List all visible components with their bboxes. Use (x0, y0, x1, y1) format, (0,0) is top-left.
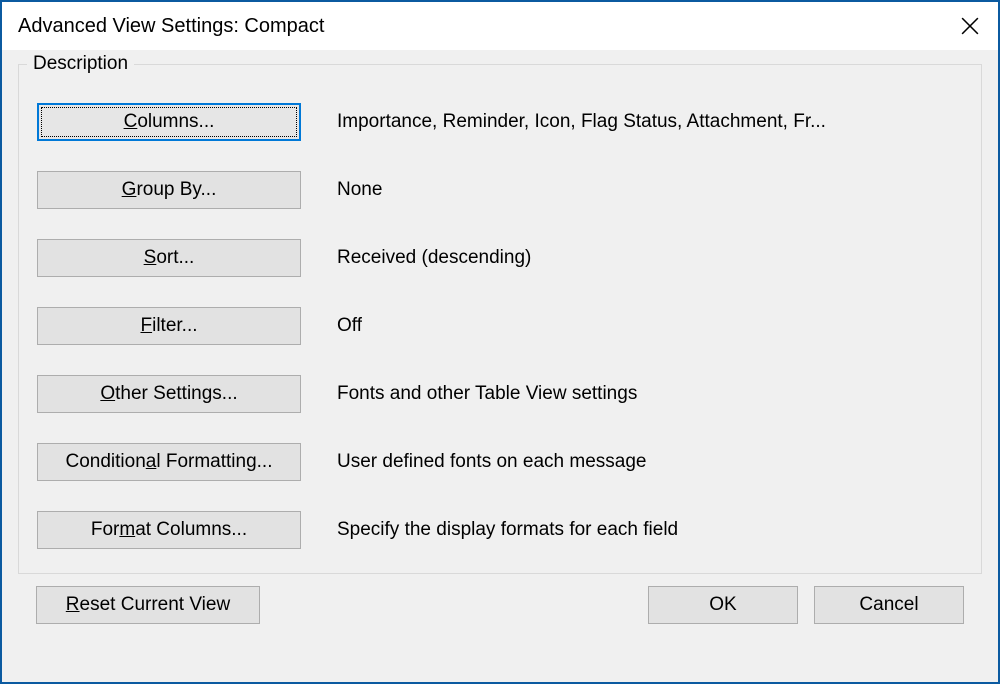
reset-current-view-button[interactable]: Reset Current View (36, 586, 260, 624)
conditional-formatting-button[interactable]: Conditional Formatting... (37, 443, 301, 481)
row-sort: Sort... Received (descending) (37, 239, 963, 277)
row-filter: Filter... Off (37, 307, 963, 345)
cancel-button[interactable]: Cancel (814, 586, 964, 624)
row-other-settings: Other Settings... Fonts and other Table … (37, 375, 963, 413)
dialog-footer: Reset Current View OK Cancel (18, 586, 982, 624)
titlebar: Advanced View Settings: Compact (2, 2, 998, 50)
row-format-columns: Format Columns... Specify the display fo… (37, 511, 963, 549)
filter-description: Off (337, 315, 362, 337)
sort-description: Received (descending) (337, 247, 531, 269)
client-area: Description Columns... Importance, Remin… (2, 50, 998, 682)
sort-button[interactable]: Sort... (37, 239, 301, 277)
format-columns-button[interactable]: Format Columns... (37, 511, 301, 549)
filter-button[interactable]: Filter... (37, 307, 301, 345)
group-by-button[interactable]: Group By... (37, 171, 301, 209)
groupbox-label: Description (27, 53, 134, 75)
conditional-formatting-description: User defined fonts on each message (337, 451, 646, 473)
ok-button[interactable]: OK (648, 586, 798, 624)
dialog-title: Advanced View Settings: Compact (18, 15, 324, 38)
group-by-description: None (337, 179, 382, 201)
other-settings-button[interactable]: Other Settings... (37, 375, 301, 413)
close-button[interactable] (942, 2, 998, 50)
description-groupbox: Description Columns... Importance, Remin… (18, 64, 982, 574)
other-settings-description: Fonts and other Table View settings (337, 383, 637, 405)
close-icon (961, 17, 979, 35)
dialog-window: Advanced View Settings: Compact Descript… (0, 0, 1000, 684)
columns-description: Importance, Reminder, Icon, Flag Status,… (337, 111, 826, 133)
columns-button[interactable]: Columns... (37, 103, 301, 141)
row-columns: Columns... Importance, Reminder, Icon, F… (37, 103, 963, 141)
row-group-by: Group By... None (37, 171, 963, 209)
row-conditional-formatting: Conditional Formatting... User defined f… (37, 443, 963, 481)
format-columns-description: Specify the display formats for each fie… (337, 519, 678, 541)
